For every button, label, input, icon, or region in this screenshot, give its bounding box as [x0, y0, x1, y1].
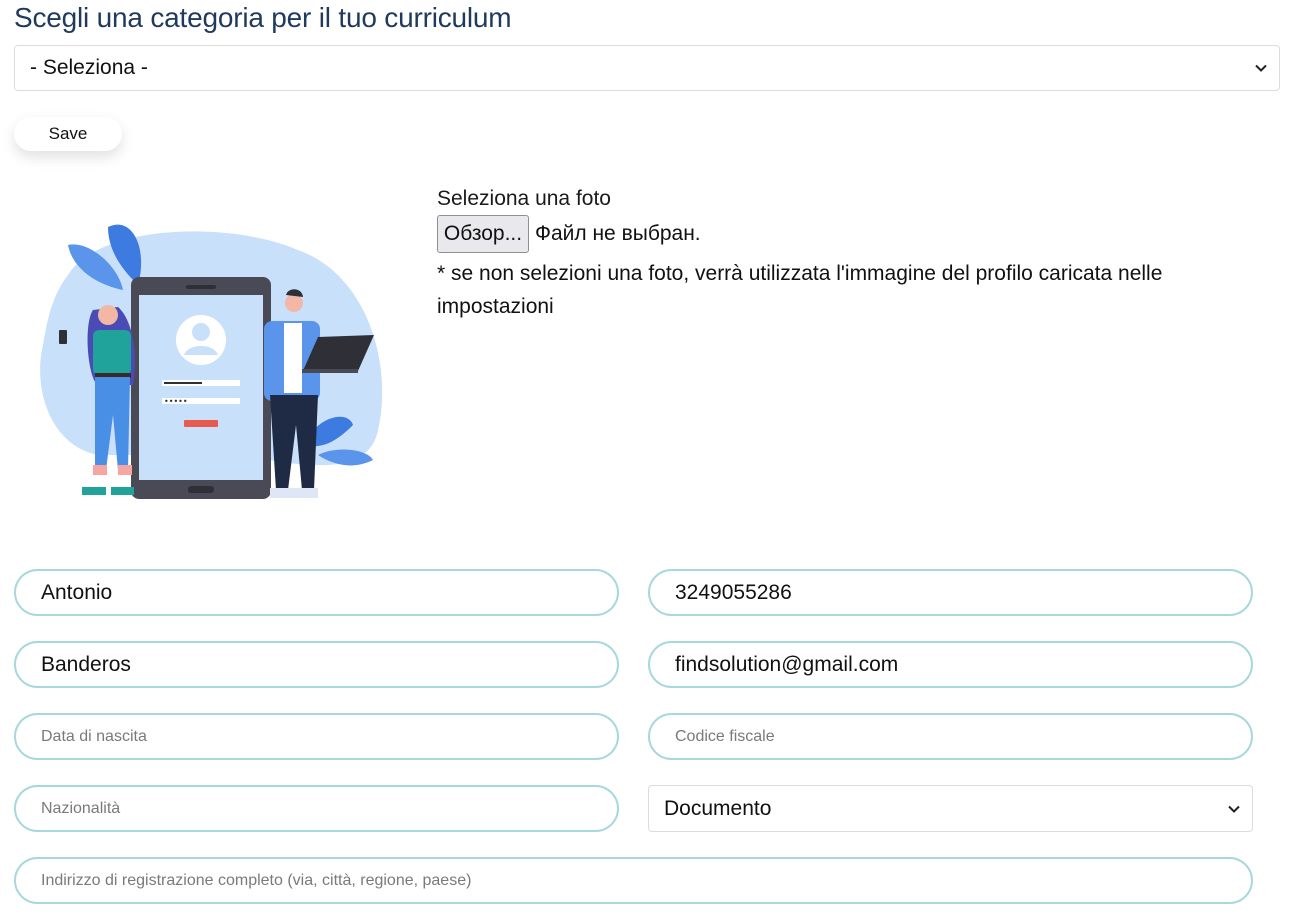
photo-upload-section: Seleziona una foto Обзор... Файл не выбр…	[437, 186, 1237, 323]
nationality-placeholder: Nazionalità	[41, 799, 121, 817]
last-name-value: Banderos	[41, 652, 131, 676]
nationality-field[interactable]: Nazionalità	[14, 785, 619, 832]
email-value: findsolution@gmail.com	[675, 652, 899, 676]
tax-code-placeholder: Codice fiscale	[675, 727, 775, 745]
phone-field[interactable]: 3249055286	[648, 569, 1253, 616]
page-title: Scegli una categoria per il tuo curricul…	[14, 2, 512, 33]
first-name-value: Antonio	[41, 580, 113, 604]
address-placeholder: Indirizzo di registrazione completo (via…	[41, 871, 472, 889]
last-name-field[interactable]: Banderos	[14, 641, 619, 688]
photo-label: Seleziona una foto	[437, 187, 611, 210]
email-field[interactable]: findsolution@gmail.com	[648, 641, 1253, 688]
tax-code-field[interactable]: Codice fiscale	[648, 713, 1253, 760]
phone-value: 3249055286	[675, 580, 792, 604]
birth-date-placeholder: Data di nascita	[41, 727, 147, 745]
curriculum-page: Scegli una categoria per il tuo curricul…	[0, 0, 1296, 918]
photo-note: * se non selezioni una foto, verrà utili…	[437, 262, 1163, 318]
document-select[interactable]: Documento	[648, 785, 1253, 832]
category-select[interactable]: - Seleziona -	[14, 45, 1280, 91]
chevron-down-icon	[1255, 64, 1267, 72]
chevron-down-icon	[1228, 805, 1240, 813]
file-status: Файл не выбран.	[535, 222, 701, 245]
birth-date-field[interactable]: Data di nascita	[14, 713, 619, 760]
svg-text:•••••: •••••	[164, 397, 188, 406]
category-select-value: - Seleziona -	[30, 56, 148, 79]
address-field[interactable]: Indirizzo di registrazione completo (via…	[14, 857, 1253, 904]
first-name-field[interactable]: Antonio	[14, 569, 619, 616]
file-input[interactable]: Обзор... Файл не выбран.	[437, 215, 1237, 253]
browse-button[interactable]: Обзор...	[437, 215, 529, 253]
document-select-value: Documento	[664, 796, 772, 820]
login-illustration: •••••	[40, 224, 383, 499]
save-button[interactable]: Save	[14, 117, 122, 151]
